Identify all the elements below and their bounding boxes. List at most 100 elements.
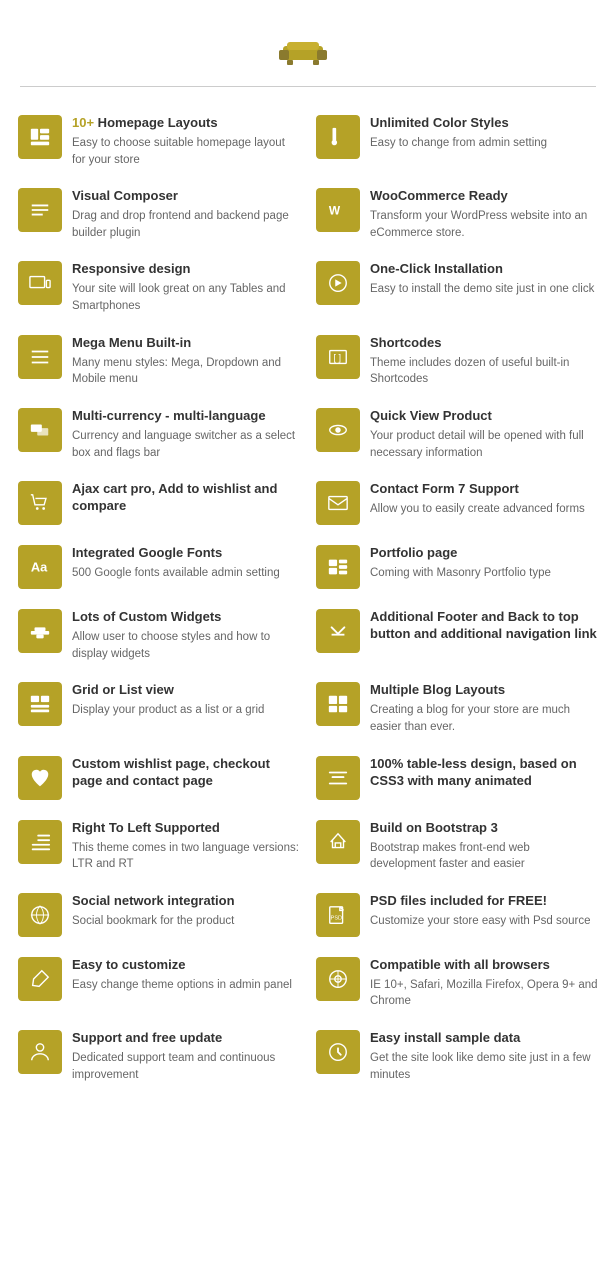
feature-item-social: Social network integrationSocial bookmar… — [10, 883, 308, 947]
social-icon — [18, 893, 62, 937]
visual-composer-title: Visual Composer — [72, 188, 300, 205]
feature-item-google-fonts: AaIntegrated Google Fonts500 Google font… — [10, 535, 308, 599]
responsive-desc: Your site will look great on any Tables … — [72, 281, 300, 314]
homepage-layouts-title: 10+ Homepage Layouts — [72, 115, 300, 132]
homepage-layouts-icon — [18, 115, 62, 159]
contact-form-icon — [316, 481, 360, 525]
woocommerce-icon: W — [316, 188, 360, 232]
homepage-layouts-desc: Easy to choose suitable homepage layout … — [72, 135, 300, 168]
grid-list-title: Grid or List view — [72, 682, 300, 699]
feature-item-support: Support and free updateDedicated support… — [10, 1020, 308, 1093]
feature-item-visual-composer: Visual Composer Drag and drop frontend an… — [10, 178, 308, 251]
browsers-desc: IE 10+, Safari, Mozilla Firefox, Opera 9… — [370, 977, 598, 1010]
one-click-desc: Easy to install the demo site just in on… — [370, 281, 598, 298]
feature-item-custom-widgets: Lots of Custom Widgets Allow user to choo… — [10, 599, 308, 672]
bootstrap-desc: Bootstrap makes front-end web developmen… — [370, 840, 598, 873]
unlimited-colors-icon — [316, 115, 360, 159]
feature-item-mega-menu: Mega Menu Built-inMany menu styles: Mega… — [10, 325, 308, 398]
feature-item-customize: Easy to customize Easy change theme optio… — [10, 947, 308, 1020]
grid-list-icon — [18, 682, 62, 726]
one-click-title: One-Click Installation — [370, 261, 598, 278]
bootstrap-title: Build on Bootstrap 3 — [370, 820, 598, 837]
mega-menu-icon — [18, 335, 62, 379]
portfolio-icon — [316, 545, 360, 589]
feature-item-multicurrency: Multi-currency - multi-languageCurrency … — [10, 398, 308, 471]
feature-item-psd: PSDPSD files included for FREE!Customize… — [308, 883, 606, 947]
feature-item-shortcodes: [ ] Shortcodes Theme includes dozen of use… — [308, 325, 606, 398]
css3-icon — [316, 756, 360, 800]
bootstrap-icon — [316, 820, 360, 864]
feature-item-woocommerce: W WooCommerce Ready Transform your WordPre… — [308, 178, 606, 251]
features-grid: 10+ Homepage Layouts Easy to choose suita… — [0, 105, 616, 1093]
shortcodes-desc: Theme includes dozen of useful built-in … — [370, 355, 598, 388]
custom-widgets-desc: Allow user to choose styles and how to d… — [72, 629, 300, 662]
mega-menu-title: Mega Menu Built-in — [72, 335, 300, 352]
sample-data-desc: Get the site look like demo site just in… — [370, 1050, 598, 1083]
feature-item-footer: Additional Footer and Back to top button… — [308, 599, 606, 672]
rtl-desc: This theme comes in two language version… — [72, 840, 300, 873]
feature-item-sample-data: Easy install sample data Get the site loo… — [308, 1020, 606, 1093]
responsive-title: Responsive design — [72, 261, 300, 278]
feature-item-homepage-layouts: 10+ Homepage Layouts Easy to choose suita… — [10, 105, 308, 178]
ajax-cart-title: Ajax cart pro, Add to wishlist and compa… — [72, 481, 300, 515]
feature-item-unlimited-colors: Unlimited Color StylesEasy to change fro… — [308, 105, 606, 178]
contact-form-desc: Allow you to easily create advanced form… — [370, 501, 598, 518]
support-title: Support and free update — [72, 1030, 300, 1047]
portfolio-title: Portfolio page — [370, 545, 598, 562]
ajax-cart-icon — [18, 481, 62, 525]
wishlist-title: Custom wishlist page, checkout page and … — [72, 756, 300, 790]
support-icon — [18, 1030, 62, 1074]
grid-list-desc: Display your product as a list or a grid — [72, 702, 300, 719]
header-divider — [20, 86, 596, 87]
quick-view-title: Quick View Product — [370, 408, 598, 425]
custom-widgets-icon — [18, 609, 62, 653]
css3-title: 100% table-less design, based on CSS3 wi… — [370, 756, 598, 790]
feature-item-responsive: Responsive design Your site will look gre… — [10, 251, 308, 324]
browsers-icon — [316, 957, 360, 1001]
google-fonts-icon: Aa — [18, 545, 62, 589]
footer-icon — [316, 609, 360, 653]
woocommerce-title: WooCommerce Ready — [370, 188, 598, 205]
contact-form-title: Contact Form 7 Support — [370, 481, 598, 498]
feature-item-contact-form: Contact Form 7 Support Allow you to easil… — [308, 471, 606, 535]
customize-title: Easy to customize — [72, 957, 300, 974]
browsers-title: Compatible with all browsers — [370, 957, 598, 974]
visual-composer-icon — [18, 188, 62, 232]
multicurrency-icon — [18, 408, 62, 452]
google-fonts-title: Integrated Google Fonts — [72, 545, 300, 562]
feature-item-grid-list: Grid or List view Display your product as… — [10, 672, 308, 745]
shortcodes-title: Shortcodes — [370, 335, 598, 352]
blog-layouts-icon — [316, 682, 360, 726]
page-header — [0, 0, 616, 86]
feature-item-css3: 100% table-less design, based on CSS3 wi… — [308, 746, 606, 810]
logo-icon — [277, 28, 329, 68]
feature-item-portfolio: Portfolio page Coming with Masonry Portfo… — [308, 535, 606, 599]
quick-view-icon — [316, 408, 360, 452]
svg-text:W: W — [329, 204, 341, 218]
one-click-icon — [316, 261, 360, 305]
psd-title: PSD files included for FREE! — [370, 893, 598, 910]
rtl-title: Right To Left Supported — [72, 820, 300, 837]
visual-composer-desc: Drag and drop frontend and backend page … — [72, 208, 300, 241]
multicurrency-desc: Currency and language switcher as a sele… — [72, 428, 300, 461]
feature-item-browsers: Compatible with all browsers IE 10+, Safa… — [308, 947, 606, 1020]
feature-item-ajax-cart: Ajax cart pro, Add to wishlist and compa… — [10, 471, 308, 535]
blog-layouts-desc: Creating a blog for your store are much … — [370, 702, 598, 735]
responsive-icon — [18, 261, 62, 305]
svg-text:Aa: Aa — [31, 560, 48, 575]
portfolio-desc: Coming with Masonry Portfolio type — [370, 565, 598, 582]
sample-data-title: Easy install sample data — [370, 1030, 598, 1047]
custom-widgets-title: Lots of Custom Widgets — [72, 609, 300, 626]
svg-text:[ ]: [ ] — [333, 352, 341, 362]
social-desc: Social bookmark for the product — [72, 913, 300, 930]
psd-desc: Customize your store easy with Psd sourc… — [370, 913, 598, 930]
sample-data-icon — [316, 1030, 360, 1074]
unlimited-colors-desc: Easy to change from admin setting — [370, 135, 598, 152]
customize-desc: Easy change theme options in admin panel — [72, 977, 300, 994]
feature-item-quick-view: Quick View ProductYour product detail wi… — [308, 398, 606, 471]
footer-title: Additional Footer and Back to top button… — [370, 609, 598, 643]
feature-item-one-click: One-Click Installation Easy to install th… — [308, 251, 606, 324]
woocommerce-desc: Transform your WordPress website into an… — [370, 208, 598, 241]
blog-layouts-title: Multiple Blog Layouts — [370, 682, 598, 699]
wishlist-icon — [18, 756, 62, 800]
